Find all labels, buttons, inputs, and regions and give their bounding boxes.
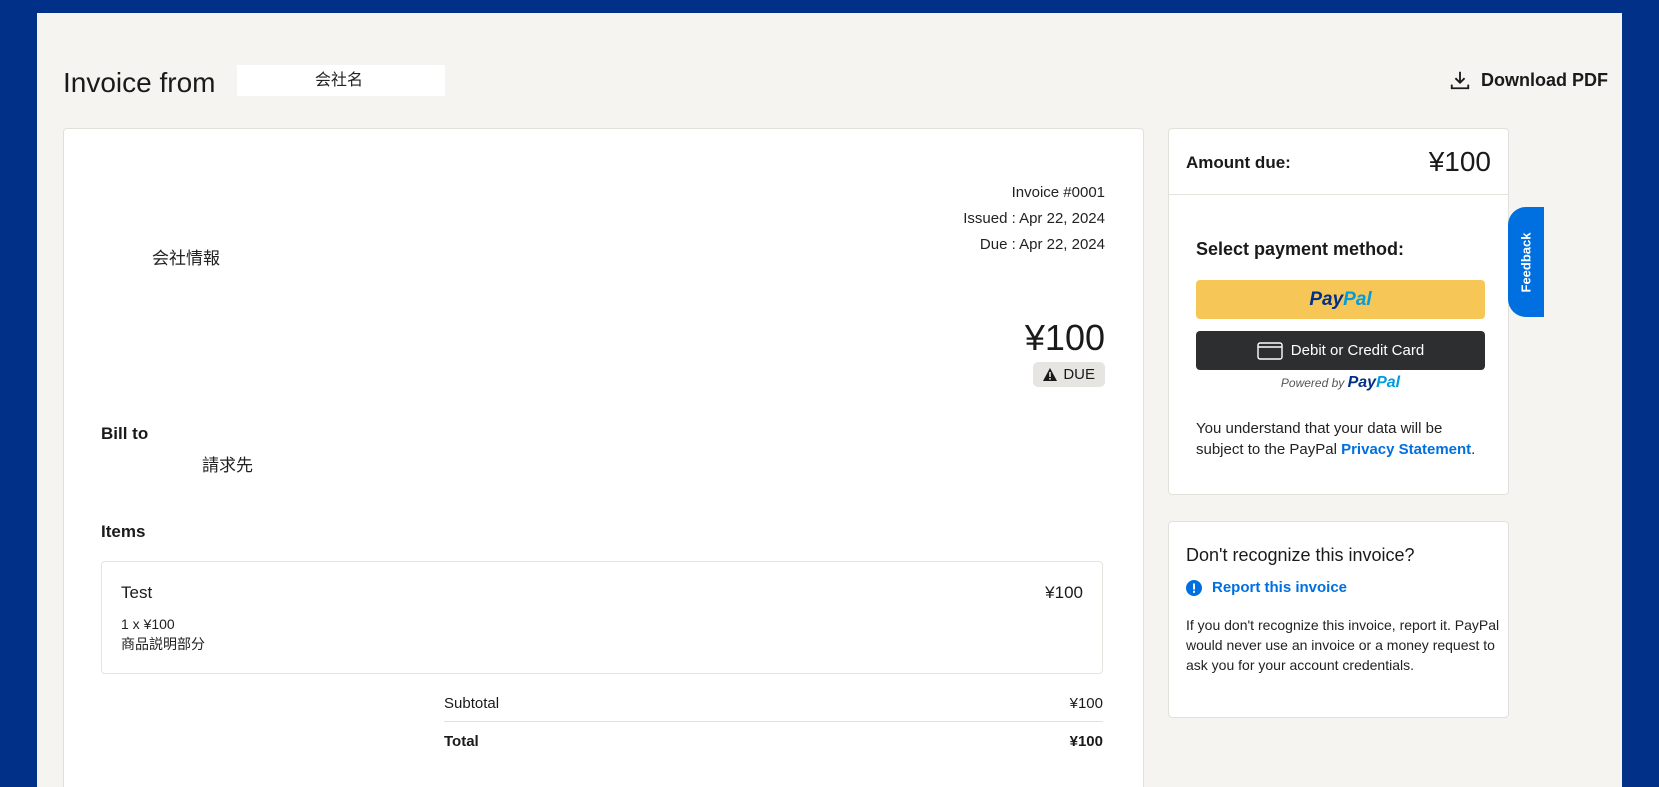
paypal-logo-pal: Pal <box>1343 289 1372 310</box>
debit-credit-card-button[interactable]: Debit or Credit Card <box>1196 331 1485 370</box>
card-button-label: Debit or Credit Card <box>1290 342 1425 359</box>
report-title: Don't recognize this invoice? <box>1186 545 1415 565</box>
paypal-logo-pay: Pay <box>1309 289 1344 310</box>
report-card: Don't recognize this invoice? Report thi… <box>1168 521 1509 718</box>
invoice-meta: Invoice #0001 Issued : Apr 22, 2024 Due … <box>963 180 1105 258</box>
amount-due-value: ¥100 <box>1428 146 1491 177</box>
download-icon <box>1450 71 1470 90</box>
invoice-card: Invoice #0001 Issued : Apr 22, 2024 Due … <box>63 128 1144 787</box>
items-label: Items <box>101 522 146 541</box>
divider <box>444 721 1103 722</box>
bill-to-label: Bill to <box>101 424 149 443</box>
consent-end: . <box>1471 441 1476 458</box>
invoice-number: Invoice #0001 <box>1011 184 1105 201</box>
download-pdf-button[interactable]: Download PDF <box>1449 69 1608 91</box>
status-badge: DUE <box>1033 362 1105 387</box>
feedback-tab[interactable]: Feedback <box>1508 207 1544 317</box>
status-label: DUE <box>1063 366 1095 383</box>
report-body: If you don't recognize this invoice, rep… <box>1186 617 1500 673</box>
report-invoice-link[interactable]: Report this invoice <box>1186 579 1347 596</box>
invoice-page: Invoice from 会社名 Download PDF Invoice #0… <box>37 13 1622 787</box>
header: Invoice from 会社名 Download PDF <box>63 63 1608 103</box>
paypal-button[interactable]: PayPal <box>1196 280 1485 319</box>
subtotal-label: Subtotal <box>444 695 500 712</box>
privacy-consent: You understand that your data will be su… <box>1196 418 1486 460</box>
feedback-label: Feedback <box>1518 232 1534 292</box>
total-label: Total <box>444 733 479 750</box>
powered-by-paypal: Powered by PayPal <box>1196 374 1485 392</box>
amount-due-row: Amount due: ¥100 <box>1169 129 1508 195</box>
item-description: 商品説明部分 <box>121 636 205 652</box>
alert-icon <box>1186 579 1202 596</box>
item-name: Test <box>121 583 153 602</box>
item-quantity: 1 x ¥100 <box>121 616 175 632</box>
credit-card-icon <box>1257 341 1283 360</box>
company-info: 会社情報 <box>152 249 220 268</box>
page-title: Invoice from <box>63 67 216 98</box>
invoice-issued: Issued : Apr 22, 2024 <box>963 210 1105 227</box>
bill-to-value: 請求先 <box>202 456 253 475</box>
item-price: ¥100 <box>1045 583 1083 602</box>
payment-card: Amount due: ¥100 Select payment method: … <box>1168 128 1509 495</box>
select-payment-method-label: Select payment method: <box>1196 239 1405 259</box>
powered-by-label: Powered by <box>1280 376 1345 390</box>
total-value: ¥100 <box>1069 733 1103 750</box>
powered-by-paypal-logo: PayPal <box>1347 374 1401 391</box>
amount-due-label: Amount due: <box>1186 153 1291 172</box>
subtotal-value: ¥100 <box>1069 695 1103 712</box>
report-link-label: Report this invoice <box>1212 579 1348 596</box>
company-name: 会社名 <box>237 65 445 96</box>
list-item: Test ¥100 1 x ¥100 商品説明部分 <box>101 561 1103 674</box>
privacy-statement-link[interactable]: Privacy Statement <box>1341 441 1471 458</box>
warning-icon <box>1043 368 1058 381</box>
invoice-due-date: Due : Apr 22, 2024 <box>979 236 1105 253</box>
invoice-amount: ¥100 <box>1024 317 1105 358</box>
download-label: Download PDF <box>1481 69 1608 90</box>
